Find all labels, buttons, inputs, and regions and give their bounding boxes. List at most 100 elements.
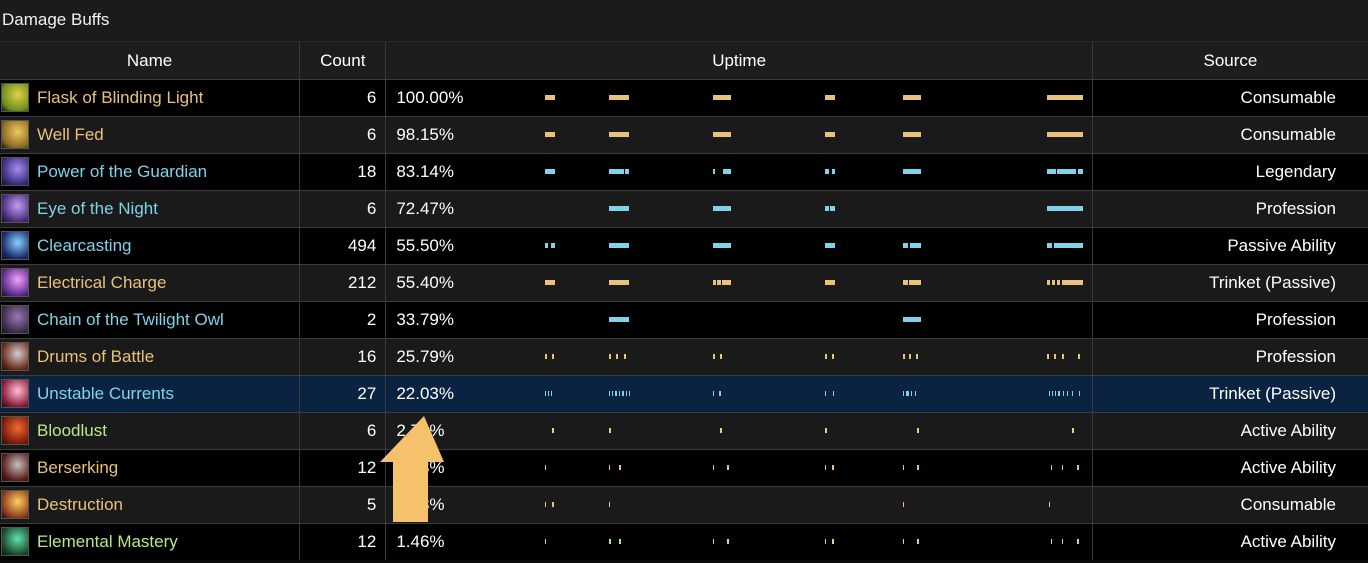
uptime-segment [825,391,827,396]
table-row[interactable]: Drums of Battle 16 25.79% Profession [0,338,1368,376]
count-cell: 27 [299,375,387,413]
feather-icon [1,305,29,334]
uptime-cell: 100.00% [385,79,1093,117]
name-cell[interactable]: Clearcasting [0,227,301,265]
name-cell[interactable]: Flask of Blinding Light [0,79,301,117]
uptime-segment [545,280,556,285]
source-column-header[interactable]: Source [1092,42,1368,80]
uptime-cell: 2.70% [385,412,1093,450]
count-column-header[interactable]: Count [299,42,387,80]
uptime-segment [903,391,905,396]
name-cell[interactable]: Eye of the Night [0,190,301,228]
buff-name[interactable]: Berserking [37,458,118,478]
table-row[interactable]: Chain of the Twilight Owl 2 33.79% Profe… [0,301,1368,339]
uptime-segment [1078,354,1081,359]
buff-name[interactable]: Elemental Mastery [37,532,178,552]
table-row[interactable]: Well Fed 6 98.15% Consumable [0,116,1368,154]
name-cell[interactable]: Unstable Currents [0,375,301,413]
uptime-cell: 98.15% [385,116,1093,154]
uptime-segment [903,95,922,100]
buff-name[interactable]: Chain of the Twilight Owl [37,310,224,330]
buff-name[interactable]: Electrical Charge [37,273,166,293]
uptime-timeline [386,414,1091,450]
currents-icon [1,379,29,408]
name-cell[interactable]: Chain of the Twilight Owl [0,301,301,339]
buff-name[interactable]: Destruction [37,495,123,515]
uptime-segment [1077,539,1080,544]
buff-name[interactable]: Drums of Battle [37,347,154,367]
buff-name[interactable]: Flask of Blinding Light [37,88,203,108]
uptime-segment [719,391,722,396]
name-cell[interactable]: Elemental Mastery [0,523,301,560]
source-cell: Legendary [1092,153,1368,191]
uptime-segment [717,280,722,285]
uptime-segment [713,169,716,174]
uptime-segment [903,539,905,544]
uptime-segment [1077,465,1080,470]
uptime-segment [825,280,836,285]
uptime-segment [713,243,732,248]
uptime-segment [911,391,913,396]
uptime-segment [1057,169,1077,174]
buff-name[interactable]: Eye of the Night [37,199,158,219]
source-cell: Passive Ability [1092,227,1368,265]
name-cell[interactable]: Berserking [0,449,301,487]
uptime-segment [609,95,630,100]
buff-name[interactable]: Clearcasting [37,236,132,256]
uptime-segment [1052,280,1056,285]
table-row[interactable]: Berserking 12 2.53% Active Ability [0,449,1368,487]
name-column-header[interactable]: Name [0,42,301,80]
table-row[interactable]: Power of the Guardian 18 83.14% Legendar… [0,153,1368,191]
table-row[interactable]: Eye of the Night 6 72.47% Profession [0,190,1368,228]
uptime-segment [909,280,922,285]
name-cell[interactable]: Electrical Charge [0,264,301,302]
count-cell: 16 [299,338,387,376]
name-cell[interactable]: Bloodlust [0,412,301,450]
uptime-segment [830,206,836,211]
uptime-segment [832,539,835,544]
uptime-segment [722,280,732,285]
name-cell[interactable]: Destruction [0,486,301,524]
table-row[interactable]: Flask of Blinding Light 6 100.00% Consum… [0,79,1368,117]
spark-icon [1,268,29,297]
name-cell[interactable]: Drums of Battle [0,338,301,376]
source-cell: Trinket (Passive) [1092,264,1368,302]
uptime-segment [713,206,732,211]
buff-name[interactable]: Bloodlust [37,421,107,441]
uptime-segment [1051,465,1053,470]
annotation-arrow-icon [380,416,444,522]
uptime-segment [1047,132,1084,137]
table-row[interactable]: Clearcasting 494 55.50% Passive Ability [0,227,1368,265]
uptime-segment [1057,280,1061,285]
uptime-segment [552,354,555,359]
uptime-cell: 2.08% [385,486,1093,524]
uptime-segment [825,132,836,137]
buff-name[interactable]: Power of the Guardian [37,162,207,182]
table-row[interactable]: Electrical Charge 212 55.40% Trinket (Pa… [0,264,1368,302]
uptime-segment [720,354,723,359]
table-row[interactable]: Elemental Mastery 12 1.46% Active Abilit… [0,523,1368,560]
uptime-segment [825,354,828,359]
name-cell[interactable]: Power of the Guardian [0,153,301,191]
source-cell: Active Ability [1092,523,1368,560]
uptime-segment [713,465,715,470]
count-cell: 494 [299,227,387,265]
buff-name[interactable]: Well Fed [37,125,104,145]
uptime-segment [909,354,912,359]
uptime-segment [626,391,628,396]
name-cell[interactable]: Well Fed [0,116,301,154]
table-row[interactable]: Destruction 5 2.08% Consumable [0,486,1368,524]
uptime-segment [1055,391,1057,396]
table-row[interactable]: Bloodlust 6 2.70% Active Ability [0,412,1368,450]
uptime-column-header[interactable]: Uptime [385,42,1093,80]
uptime-segment [609,317,630,322]
uptime-segment [915,391,917,396]
uptime-segment [832,354,835,359]
flask-icon [1,83,29,112]
uptime-segment [545,502,547,507]
uptime-segment [903,280,909,285]
buff-name[interactable]: Unstable Currents [37,384,174,404]
count-cell: 5 [299,486,387,524]
source-cell: Profession [1092,301,1368,339]
table-row[interactable]: Unstable Currents 27 22.03% Trinket (Pas… [0,375,1368,413]
